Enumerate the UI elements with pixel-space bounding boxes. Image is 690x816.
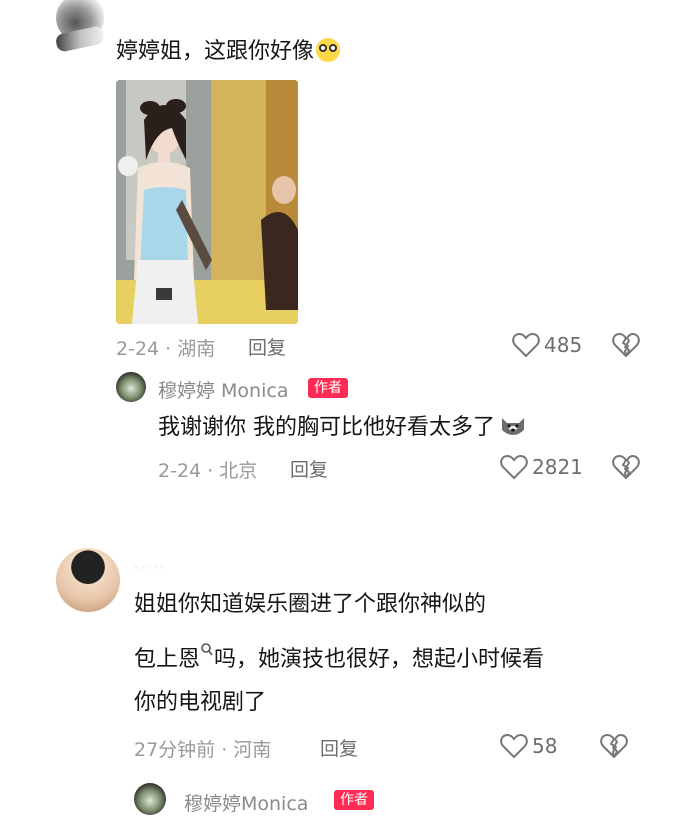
photo-image xyxy=(116,80,298,324)
reply-button[interactable]: 回复 xyxy=(248,333,286,360)
comment-text-line: 包上恩 吗，她演技也很好，想起小时候看 xyxy=(134,642,544,672)
comment-text-line: 姐姐你知道娱乐圈进了个跟你神似的 xyxy=(134,592,487,617)
like-button[interactable]: 485 xyxy=(512,332,582,358)
reply-text: 我谢谢你 我的胸可比他好看太多了 xyxy=(158,414,527,440)
dislike-button[interactable] xyxy=(600,733,628,763)
author-badge: 作者 xyxy=(334,790,374,810)
comment-text: 婷婷姐，这跟你好像 xyxy=(116,38,341,64)
search-keyword-link[interactable]: 包上恩 xyxy=(134,647,200,672)
author-avatar[interactable] xyxy=(116,372,146,402)
author-badge: 作者 xyxy=(308,378,348,398)
like-count: 58 xyxy=(532,734,558,758)
broken-heart-icon xyxy=(612,333,640,357)
reply-meta: 2-24 · 北京 xyxy=(158,460,258,482)
search-icon xyxy=(201,643,213,656)
comment-photo[interactable] xyxy=(116,80,298,324)
like-count: 2821 xyxy=(532,455,583,479)
author-avatar[interactable] xyxy=(134,783,166,815)
broken-heart-icon xyxy=(600,734,628,758)
dislike-button[interactable] xyxy=(612,332,640,362)
comment-meta: 2-24 · 湖南 xyxy=(116,338,216,360)
like-button[interactable]: 58 xyxy=(500,733,557,759)
like-count: 485 xyxy=(544,333,583,357)
reply-button[interactable]: 回复 xyxy=(320,734,358,761)
like-button[interactable]: 2821 xyxy=(500,454,583,480)
heart-icon xyxy=(500,733,528,759)
reply-button[interactable]: 回复 xyxy=(290,455,328,482)
commenter-name[interactable]: ····· xyxy=(134,560,166,576)
commenter-avatar[interactable] xyxy=(56,548,120,612)
comment-meta: 27分钟前 · 河南 xyxy=(134,739,272,761)
heart-icon xyxy=(500,454,528,480)
broken-heart-icon xyxy=(612,455,640,479)
heart-icon xyxy=(512,332,540,358)
author-name[interactable]: 穆婷婷Monica xyxy=(184,789,308,816)
dog-emoji-icon xyxy=(502,418,524,435)
author-name[interactable]: 穆婷婷 Monica xyxy=(158,376,288,403)
eyes-emoji-icon xyxy=(316,38,341,62)
dislike-button[interactable] xyxy=(612,454,640,484)
comment-text-line: 你的电视剧了 xyxy=(134,690,267,715)
